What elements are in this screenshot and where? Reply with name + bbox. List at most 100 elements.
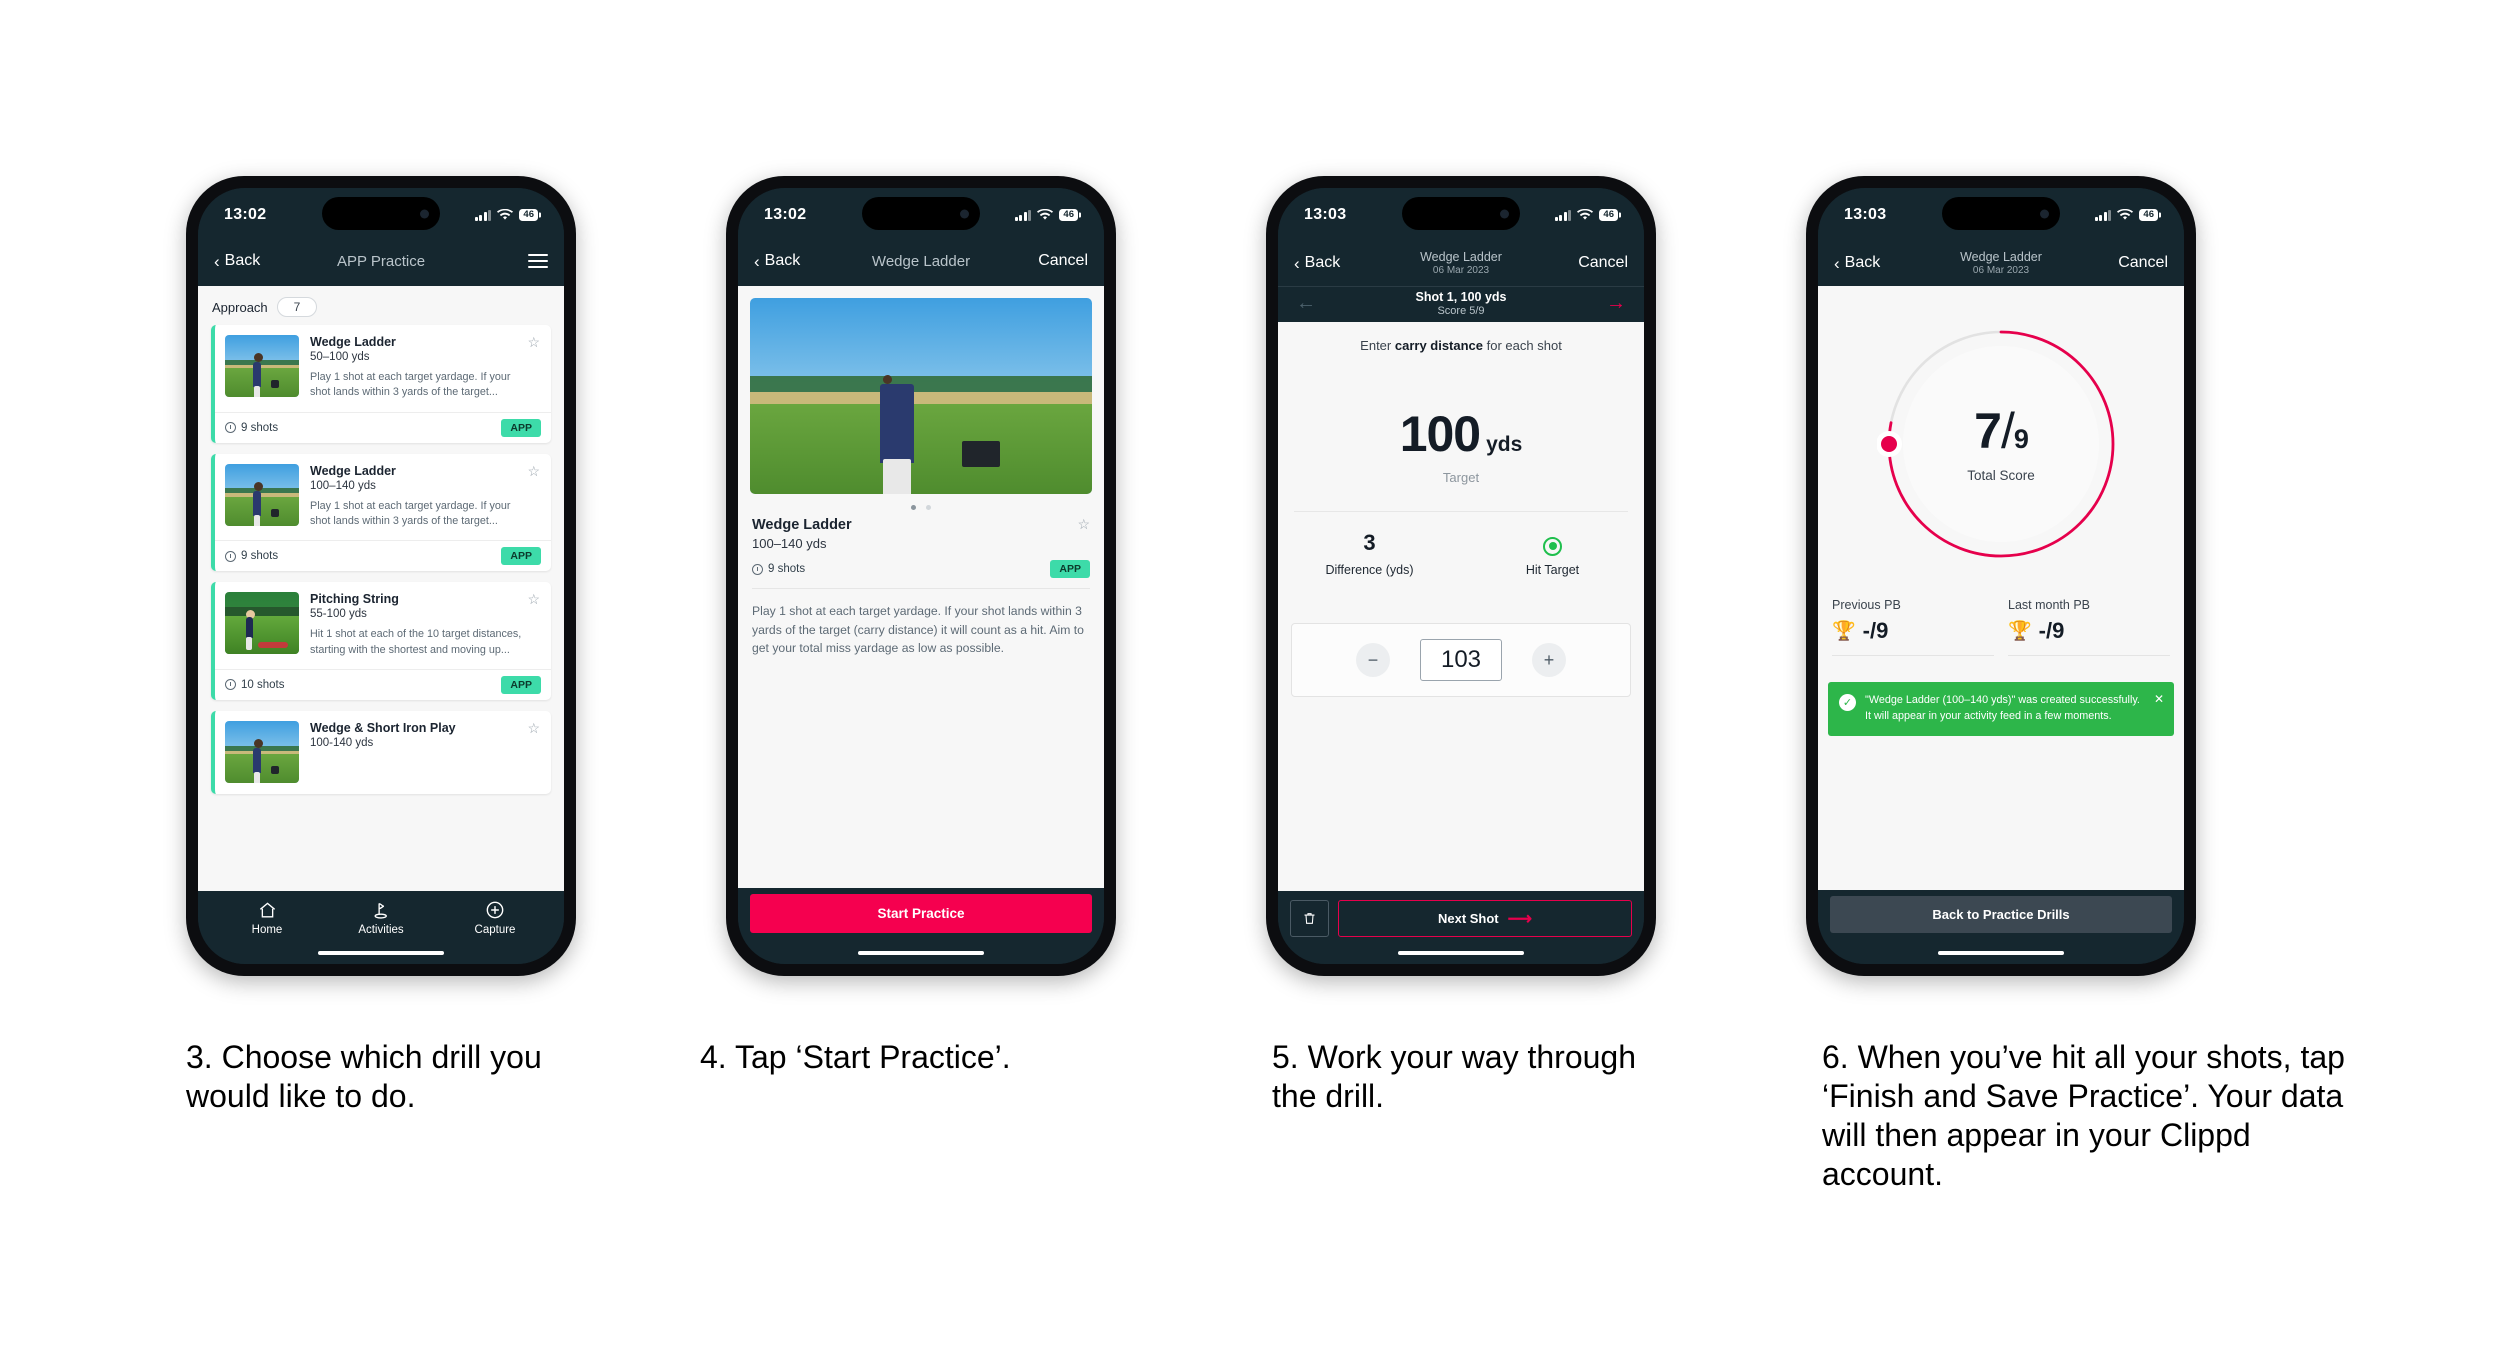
score-slash: / (2000, 402, 2015, 459)
nav-title-wrap: APP Practice (337, 253, 425, 270)
last-month-pb-value: -/9 (2038, 618, 2065, 643)
favorite-star-icon[interactable]: ☆ (527, 591, 540, 608)
cancel-button[interactable]: Cancel (2118, 254, 2168, 272)
target-distance-unit: yds (1486, 433, 1523, 456)
tab-capture[interactable]: Capture (438, 899, 552, 936)
favorite-star-icon[interactable]: ☆ (527, 720, 540, 737)
hint-post: for each shot (1483, 338, 1562, 353)
start-practice-button[interactable]: Start Practice (750, 894, 1092, 933)
last-month-pb-cell: Last month PB 🏆 -/9 (2008, 598, 2170, 656)
drill-title: Wedge & Short Iron Play (310, 720, 456, 735)
drill-card[interactable]: Pitching String 55-100 yds Hit 1 shot at… (211, 582, 551, 700)
drill-description: Play 1 shot at each target yardage. If y… (310, 371, 511, 399)
filter-row: Approach 7 (198, 286, 564, 325)
drill-info: Wedge & Short Iron Play 100-140 yds ☆ (310, 720, 540, 783)
drill-card[interactable]: Wedge Ladder 100–140 yds Play 1 shot at … (211, 453, 551, 572)
hamburger-menu-icon[interactable] (528, 253, 548, 269)
filter-label: Approach (212, 299, 268, 315)
next-shot-arrow-icon[interactable]: → (1606, 293, 1626, 313)
carousel-dots[interactable] (738, 494, 1104, 514)
status-bar: 13:03 46 (1818, 188, 2184, 242)
back-button[interactable]: ‹ Back (1834, 254, 1880, 272)
drill-yardage: 55-100 yds (310, 608, 367, 621)
favorite-star-icon[interactable]: ☆ (1077, 516, 1090, 533)
drill-card[interactable]: Wedge Ladder 50–100 yds Play 1 shot at e… (211, 325, 551, 443)
drill-card-list: Wedge Ladder 50–100 yds Play 1 shot at e… (198, 325, 564, 794)
practice-list-screen: Approach 7 Wedge Ladder 50–100 yds Play … (198, 286, 564, 891)
drill-yardage: 100-140 yds (310, 736, 374, 749)
drill-title-row: Wedge Ladder ☆ (752, 516, 1090, 533)
back-button[interactable]: ‹ Back (1294, 254, 1340, 272)
wifi-icon (2117, 209, 2134, 220)
drill-title: Wedge Ladder (310, 335, 396, 349)
delete-shot-button[interactable] (1290, 900, 1329, 937)
phone-screen: 13:02 46 ‹ Back Wedge Ladder Cancel Wedg… (738, 188, 1104, 964)
drill-tag-badge: APP (501, 675, 541, 694)
drill-shots: 9 shots (752, 563, 805, 575)
caption-step-3: 3. Choose which drill you would like to … (186, 1039, 542, 1115)
cancel-button[interactable]: Cancel (1578, 254, 1628, 272)
back-button[interactable]: ‹ Back (754, 252, 800, 270)
total-score-value: 7/9 (1974, 402, 2029, 459)
drill-tag-badge: APP (501, 418, 541, 437)
drill-thumbnail (225, 463, 299, 526)
hit-target-label: Hit Target (1525, 563, 1580, 577)
nav-bar: ‹ Back APP Practice (198, 242, 564, 286)
tab-home[interactable]: Home (210, 899, 324, 936)
favorite-star-icon[interactable]: ☆ (527, 463, 540, 480)
battery-indicator: 46 (2139, 208, 2158, 222)
dynamic-island (1942, 197, 2060, 230)
total-score-label: Total Score (1967, 467, 2035, 483)
cellular-signal-icon (474, 209, 492, 221)
home-indicator (1278, 942, 1644, 964)
back-to-practice-drills-button[interactable]: Back to Practice Drills (1830, 896, 2172, 933)
front-camera-icon (2040, 209, 2049, 218)
cellular-signal-icon (1554, 209, 1572, 221)
favorite-star-icon[interactable]: ☆ (527, 334, 540, 351)
plus-circle-icon (438, 899, 552, 921)
previous-shot-arrow-icon[interactable]: ← (1296, 293, 1316, 313)
status-clock: 13:03 (1844, 206, 1887, 223)
back-label: Back (224, 252, 261, 269)
chevron-left-icon: ‹ (1834, 253, 1840, 273)
drill-thumbnail (225, 592, 299, 655)
shot-entry-screen: Enter carry distance for each shot 100 yd… (1278, 322, 1644, 891)
target-label: Target (1442, 470, 1480, 485)
chevron-left-icon: ‹ (1294, 253, 1300, 273)
score-numerator: 7 (1974, 402, 2002, 459)
caption-step-6: 6. When you’ve hit all your shots, tap ‘… (1822, 1039, 2345, 1193)
shot-stats-row: 3 Difference (yds) Hit Target (1278, 530, 1644, 577)
drill-shots: 10 shots (225, 679, 284, 691)
next-shot-button[interactable]: Next Shot ⟶ (1338, 900, 1632, 937)
drill-card-bottom: 9 shots APP (215, 540, 551, 571)
filter-count-pill[interactable]: 7 (276, 297, 318, 317)
dynamic-island (1402, 197, 1520, 230)
personal-best-row: Previous PB 🏆 -/9 Last month PB 🏆 -/9 (1818, 598, 2184, 656)
decrement-button[interactable]: − (1355, 643, 1390, 677)
next-shot-label: Next Shot (1437, 911, 1499, 926)
back-label: Back (1304, 254, 1341, 271)
hit-target-stat: Hit Target (1461, 530, 1644, 577)
drill-yardage: 50–100 yds (310, 351, 370, 363)
tab-activities[interactable]: Activities (324, 899, 438, 936)
increment-button[interactable]: + (1532, 643, 1567, 677)
close-icon[interactable]: ✕ (2154, 692, 2164, 706)
drill-thumbnail (225, 335, 299, 397)
status-bar: 13:03 46 (1278, 188, 1644, 242)
previous-pb-cell: Previous PB 🏆 -/9 (1832, 598, 1994, 656)
clock-icon (225, 550, 236, 562)
drill-description: Hit 1 shot at each of the 10 target dist… (310, 628, 522, 656)
back-button[interactable]: ‹ Back (214, 252, 260, 270)
home-icon (210, 899, 324, 921)
cellular-signal-icon (2094, 209, 2112, 221)
cancel-button[interactable]: Cancel (1038, 252, 1088, 270)
previous-pb-value-row: 🏆 -/9 (1832, 618, 1994, 644)
divider (1294, 511, 1628, 512)
entry-hint: Enter carry distance for each shot (1278, 322, 1644, 353)
back-label: Back (1844, 254, 1881, 271)
previous-pb-label: Previous PB (1832, 598, 1901, 612)
distance-input[interactable]: 103 (1419, 639, 1503, 681)
caption-step-5: 5. Work your way through the drill. (1272, 1039, 1637, 1115)
drill-card[interactable]: Wedge & Short Iron Play 100-140 yds ☆ (211, 710, 551, 794)
drill-title: Wedge Ladder (310, 463, 396, 478)
